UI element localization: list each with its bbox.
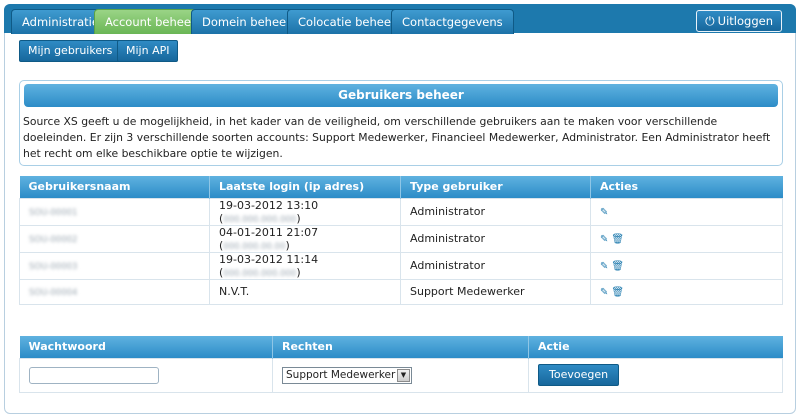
add-user-header: Wachtwoord Rechten Actie bbox=[19, 336, 783, 358]
pencil-icon[interactable]: ✎ bbox=[600, 261, 608, 272]
rights-selected-value: Support Medewerker bbox=[286, 368, 396, 381]
username-cell: SOU-00001 bbox=[29, 208, 78, 218]
username-cell: SOU-00003 bbox=[29, 262, 78, 272]
table-row: SOU-00003 19-03-2012 11:14 (000.000.000.… bbox=[19, 251, 783, 280]
pencil-icon[interactable]: ✎ bbox=[600, 287, 608, 298]
type-cell: Support Medewerker bbox=[410, 285, 525, 298]
info-text: Source XS geeft u de mogelijkheid, in he… bbox=[23, 115, 771, 160]
login-cell: 19-03-2012 13:10 bbox=[219, 198, 319, 212]
type-cell: Administrator bbox=[410, 259, 485, 272]
username-cell: SOU-00002 bbox=[29, 235, 78, 245]
header-username: Gebruikersnaam bbox=[19, 176, 210, 198]
add-user-button[interactable]: Toevoegen bbox=[538, 364, 620, 386]
info-panel: Gebruikers beheer Source XS geeft u de m… bbox=[19, 80, 783, 166]
add-user-row: Support Medewerker ▼ Toevoegen bbox=[19, 357, 783, 393]
username-cell: SOU-00004 bbox=[29, 288, 78, 298]
pencil-icon[interactable]: ✎ bbox=[600, 234, 608, 245]
mijn-gebruikers-button[interactable]: Mijn gebruikers bbox=[19, 40, 122, 62]
pencil-icon[interactable]: ✎ bbox=[600, 207, 608, 218]
rights-select[interactable]: Support Medewerker ▼ bbox=[282, 366, 412, 384]
ip-cell: 000.000.00.00 bbox=[223, 241, 286, 252]
top-navigation: Administratie Account beheer Domein behe… bbox=[4, 4, 796, 34]
users-table-header: Gebruikersnaam Laatste login (ip adres) … bbox=[19, 176, 783, 198]
type-cell: Administrator bbox=[410, 205, 485, 218]
type-cell: Administrator bbox=[410, 232, 485, 245]
header-password: Wachtwoord bbox=[19, 336, 273, 358]
trash-icon[interactable]: 🗑 bbox=[611, 287, 624, 298]
header-rights: Rechten bbox=[272, 336, 529, 358]
tab-colocatie-beheer[interactable]: Colocatie beheer bbox=[287, 9, 407, 34]
header-user-type: Type gebruiker bbox=[400, 176, 591, 198]
tab-contactgegevens[interactable]: Contactgegevens bbox=[391, 9, 514, 34]
table-row: SOU-00001 19-03-2012 13:10 (000.000.000.… bbox=[19, 197, 783, 226]
ip-cell: 000.000.000.000 bbox=[223, 268, 297, 279]
power-icon: ⏻ bbox=[705, 14, 715, 28]
login-cell: 04-01-2011 21:07 bbox=[219, 225, 319, 239]
mijn-api-button[interactable]: Mijn API bbox=[117, 40, 179, 62]
tab-domein-beheer[interactable]: Domein beheer bbox=[191, 9, 302, 34]
logout-label: Uitloggen bbox=[717, 14, 773, 28]
login-cell: N.V.T. bbox=[219, 285, 250, 298]
info-title: Gebruikers beheer bbox=[24, 84, 778, 107]
ip-cell: 000.000.000.000 bbox=[223, 214, 297, 225]
header-actions: Acties bbox=[590, 176, 783, 198]
logout-button[interactable]: ⏻ Uitloggen bbox=[696, 10, 782, 32]
password-input[interactable] bbox=[29, 366, 159, 384]
table-row: SOU-00004 N.V.T. Support Medewerker ✎ 🗑 bbox=[19, 278, 783, 305]
header-action: Actie bbox=[528, 336, 783, 358]
trash-icon[interactable]: 🗑 bbox=[611, 261, 624, 272]
users-table: Gebruikersnaam Laatste login (ip adres) … bbox=[19, 176, 783, 305]
table-row: SOU-00002 04-01-2011 21:07 (000.000.00.0… bbox=[19, 224, 783, 253]
header-last-login: Laatste login (ip adres) bbox=[209, 176, 401, 198]
chevron-down-icon: ▼ bbox=[397, 368, 410, 382]
tab-account-beheer[interactable]: Account beheer bbox=[94, 9, 207, 34]
login-cell: 19-03-2012 11:14 bbox=[219, 252, 319, 266]
trash-icon[interactable]: 🗑 bbox=[611, 234, 624, 245]
add-user-table: Wachtwoord Rechten Actie Support Medewer… bbox=[19, 336, 783, 393]
